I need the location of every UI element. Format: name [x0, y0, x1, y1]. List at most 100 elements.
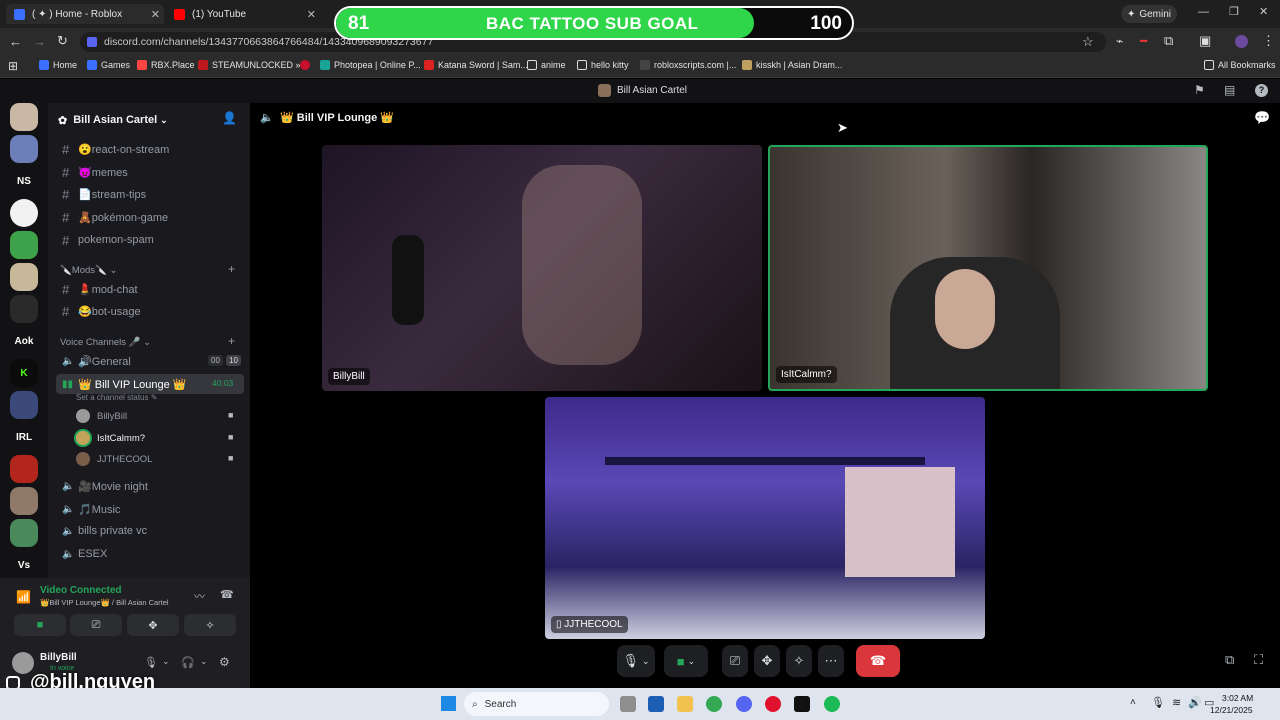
file-explorer-icon[interactable]: [677, 696, 693, 712]
bookmark-robloxscripts[interactable]: robloxscripts.com |...: [640, 60, 736, 70]
server-icon[interactable]: [10, 263, 38, 291]
server-icon-aok[interactable]: Aok: [10, 327, 38, 355]
close-tab-icon[interactable]: ✕: [307, 8, 316, 21]
bookmark-games[interactable]: Games: [87, 60, 130, 70]
profile-avatar[interactable]: [1235, 35, 1248, 48]
taskbar-search[interactable]: ⌕ Search: [464, 692, 609, 716]
channel-bot-usage[interactable]: # 😂bot-usage: [56, 301, 244, 321]
bookmark-red-pin[interactable]: [300, 60, 314, 70]
channel-react-on-stream[interactable]: # 😮react-on-stream: [56, 139, 244, 159]
soundboard-control[interactable]: ✧: [786, 645, 812, 677]
activities-control[interactable]: ✥: [754, 645, 780, 677]
video-connected-status[interactable]: Video Connected: [40, 585, 122, 596]
voice-channel-bill-vip-lounge[interactable]: ▮▮ 👑 Bill VIP Lounge 👑 40:03: [56, 374, 244, 394]
headphones-icon[interactable]: 🎧: [181, 656, 195, 669]
voice-location[interactable]: 👑Bill VIP Lounge👑 / Bill Asian Cartel: [40, 598, 169, 607]
microphone-icon[interactable]: 🎙: [144, 656, 158, 669]
chat-bubble-icon[interactable]: 💬: [1254, 110, 1270, 126]
channel-mod-chat[interactable]: # 💄mod-chat: [56, 279, 244, 299]
voice-channel-general[interactable]: 🔈 🔊General 00 10: [56, 351, 244, 371]
channel-pokemon-game[interactable]: # 🧸pokémon-game: [56, 207, 244, 227]
server-icon-ns[interactable]: NS: [10, 167, 38, 195]
all-bookmarks[interactable]: All Bookmarks: [1204, 60, 1276, 70]
user-name[interactable]: BillyBill: [40, 652, 77, 663]
clock-time[interactable]: 3:02 AM: [1222, 693, 1253, 703]
fullscreen-icon[interactable]: ⛶: [1254, 652, 1263, 668]
side-panel-icon[interactable]: ▣: [1199, 33, 1211, 49]
screen-share-control[interactable]: ⎚: [722, 645, 748, 677]
flag-icon[interactable]: ⚑: [1194, 83, 1205, 97]
server-icon-irl[interactable]: IRL: [10, 423, 38, 451]
category-voice[interactable]: Voice Channels 🎤 ⌄: [60, 337, 151, 348]
server-icon-kick[interactable]: K: [10, 359, 38, 387]
tab-roblox[interactable]: ( ✦ ) Home - Roblox ✕: [6, 4, 164, 24]
server-icon[interactable]: [10, 391, 38, 419]
server-header[interactable]: ✿ Bill Asian Cartel ⌄: [58, 111, 238, 129]
video-tile-billybill[interactable]: BillyBill: [322, 145, 762, 391]
voice-channel-bills-private-vc[interactable]: 🔈 bills private vc: [56, 521, 244, 541]
server-icon[interactable]: [10, 135, 38, 163]
chevron-down-icon[interactable]: ⌄: [162, 656, 170, 667]
more-options-control[interactable]: ⋯: [818, 645, 844, 677]
bookmark-kisskh[interactable]: kisskh | Asian Dram...: [742, 60, 842, 70]
server-icon[interactable]: [10, 103, 38, 131]
add-channel-icon[interactable]: +: [228, 334, 235, 348]
server-icon[interactable]: [10, 231, 38, 259]
bookmark-photopea[interactable]: Photopea | Online P...: [320, 60, 421, 70]
close-tab-icon[interactable]: ✕: [151, 8, 160, 21]
camera-toggle-button[interactable]: ■: [14, 614, 66, 636]
voice-member[interactable]: JJTHECOOL: [76, 450, 152, 468]
mic-control[interactable]: 🎙 ⌄: [617, 645, 655, 677]
chevron-down-icon[interactable]: ⌄: [200, 656, 208, 667]
tab-youtube[interactable]: (1) YouTube ✕: [166, 4, 320, 24]
spotify-icon[interactable]: [824, 696, 840, 712]
apps-icon[interactable]: ⊞: [8, 59, 18, 73]
back-icon[interactable]: ←: [9, 34, 22, 49]
channel-memes[interactable]: # 😈memes: [56, 162, 244, 182]
settings-gear-icon[interactable]: ⚙: [219, 655, 230, 669]
start-icon[interactable]: [441, 696, 456, 711]
bookmark-anime[interactable]: anime: [527, 60, 566, 70]
app-icon[interactable]: [794, 696, 810, 712]
bookmark-steamunlocked[interactable]: STEAMUNLOCKED »...: [198, 60, 308, 70]
category-mods[interactable]: 🔪Mods🔪 ⌄: [60, 265, 118, 276]
invite-icon[interactable]: 👤: [222, 111, 237, 125]
close-window-icon[interactable]: ✕: [1259, 5, 1268, 18]
browser-menu-icon[interactable]: ⋮: [1262, 33, 1275, 49]
discord-icon[interactable]: [736, 696, 752, 712]
chrome-icon[interactable]: [706, 696, 722, 712]
extension-icon[interactable]: ⌁: [1116, 34, 1123, 48]
add-channel-icon[interactable]: +: [228, 262, 235, 276]
voice-channel-music[interactable]: 🔈 🎵Music: [56, 499, 244, 519]
video-tile-jjthecool[interactable]: ▯ JJTHECOOL: [545, 397, 985, 639]
microphone-tray-icon[interactable]: 🎙: [1151, 696, 1165, 709]
voice-member[interactable]: IsItCalmm?: [76, 429, 145, 447]
camera-control[interactable]: ■ ⌄: [664, 645, 708, 677]
disconnect-icon[interactable]: ☎: [220, 588, 234, 601]
server-icon[interactable]: [10, 519, 38, 547]
wifi-icon[interactable]: ≋: [1172, 696, 1181, 709]
channel-status[interactable]: Set a channel status ✎: [76, 393, 157, 402]
activities-button[interactable]: ✥: [127, 614, 179, 636]
server-icon[interactable]: [10, 487, 38, 515]
inbox-icon[interactable]: ▤: [1224, 83, 1235, 97]
channel-stream-tips[interactable]: # 📄stream-tips: [56, 184, 244, 204]
voice-channel-movie-night[interactable]: 🔈 🎥Movie night: [56, 476, 244, 496]
pop-out-icon[interactable]: ⧉: [1225, 652, 1234, 668]
leave-call-button[interactable]: ☎: [856, 645, 900, 677]
clock-date[interactable]: 12/21/2025: [1210, 705, 1253, 715]
help-icon[interactable]: ?: [1255, 84, 1268, 97]
bookmark-home[interactable]: Home: [39, 60, 77, 70]
channel-pokemon-spam[interactable]: # pokemon-spam: [56, 230, 244, 250]
server-icon[interactable]: [10, 295, 38, 323]
restore-icon[interactable]: ❐: [1229, 5, 1239, 18]
opera-icon[interactable]: [765, 696, 781, 712]
bookmark-star-icon[interactable]: ☆: [1082, 34, 1094, 50]
minimize-icon[interactable]: —: [1198, 6, 1209, 18]
bookmark-hello-kitty[interactable]: hello kitty: [577, 60, 629, 70]
server-icon-vs[interactable]: Vs: [10, 551, 38, 579]
forward-icon[interactable]: →: [33, 34, 46, 49]
bookmark-katana[interactable]: Katana Sword | Sam...: [424, 60, 528, 70]
server-icon[interactable]: [10, 455, 38, 483]
voice-channel-esex[interactable]: 🔈 ESEX: [56, 544, 244, 564]
